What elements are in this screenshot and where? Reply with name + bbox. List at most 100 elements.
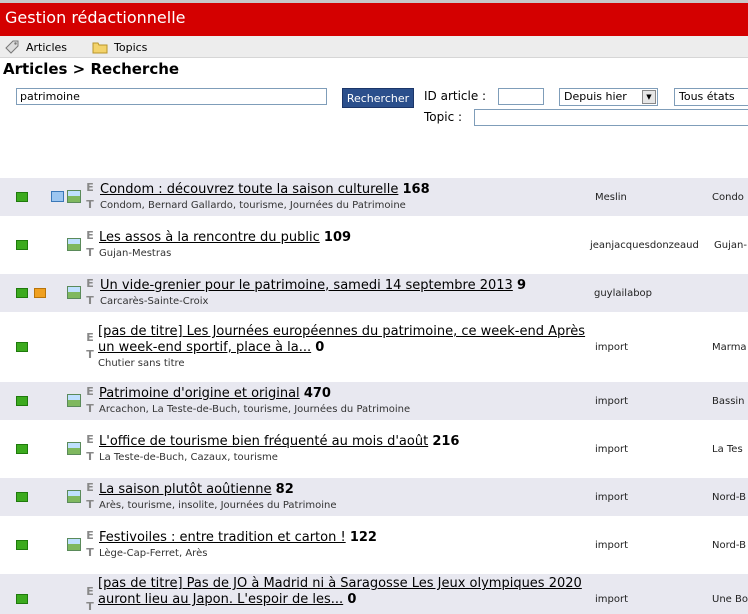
edition-marker-t: T <box>86 450 94 463</box>
tab-topics[interactable]: Topics <box>92 36 147 58</box>
breadcrumb: Articles > Recherche <box>3 60 180 78</box>
status-flag-orange-icon <box>34 288 46 298</box>
status-flag-green-icon <box>16 342 28 352</box>
tab-articles-label: Articles <box>26 40 68 54</box>
article-tags: Condom, Bernard Gallardo, tourisme, Jour… <box>100 200 406 211</box>
article-count: 168 <box>402 182 430 197</box>
result-row: E T [pas de titre] Pas de JO à Madrid ni… <box>0 574 748 614</box>
image-icon <box>67 238 81 251</box>
article-tags: Carcarès-Sainte-Croix <box>100 296 209 307</box>
article-tags: La Teste-de-Buch, Cazaux, tourisme <box>99 452 278 463</box>
article-count: 82 <box>275 482 294 497</box>
article-count: 216 <box>432 434 460 449</box>
article-location: Bassin <box>712 396 745 407</box>
article-author: import <box>595 492 629 503</box>
article-title-link-cont[interactable]: auront lieu au Japon. L'espoir de les... <box>98 592 343 607</box>
edition-marker-e: E <box>86 229 94 242</box>
result-row: E T Les assos à la rencontre du public 1… <box>0 226 748 264</box>
article-tags: Chutier sans titre <box>98 358 185 369</box>
article-location: Une Bo <box>712 594 748 605</box>
status-flag-green-icon <box>16 396 28 406</box>
article-count: 9 <box>516 278 527 293</box>
article-title-link[interactable]: Patrimoine d'origine et original <box>99 386 300 401</box>
article-location: Condo <box>712 192 744 203</box>
article-count: 122 <box>349 530 377 545</box>
result-row: E T Un vide-grenier pour le patrimoine, … <box>0 274 748 312</box>
image-icon <box>67 490 81 503</box>
edition-marker-e: E <box>86 277 94 290</box>
article-title-link[interactable]: [pas de titre] Pas de JO à Madrid ni à S… <box>98 576 582 591</box>
image-icon <box>67 442 81 455</box>
article-location: La Tes <box>712 444 743 455</box>
article-author: import <box>595 444 629 455</box>
tab-topics-label: Topics <box>114 40 148 54</box>
article-tags: Lège-Cap-Ferret, Arès <box>99 548 208 559</box>
result-row: E T La saison plutôt aoûtienne 82 Arès, … <box>0 478 748 516</box>
image-icon <box>67 394 81 407</box>
article-title-link[interactable]: Condom : découvrez toute la saison cultu… <box>100 182 398 197</box>
tab-bar: Articles Topics <box>0 36 748 58</box>
article-author: jeanjacquesdonzeaud <box>590 240 699 251</box>
status-flag-green-icon <box>16 540 28 550</box>
edition-marker-e: E <box>86 433 94 446</box>
edition-marker-e: E <box>86 331 94 344</box>
edition-marker-t: T <box>86 348 94 361</box>
edition-marker-t: T <box>86 546 94 559</box>
status-flag-green-icon <box>16 240 28 250</box>
status-flag-green-icon <box>16 444 28 454</box>
search-button[interactable]: Rechercher <box>342 88 414 108</box>
article-id-label: ID article : <box>424 89 487 103</box>
edition-marker-t: T <box>86 198 94 211</box>
result-row: E T Patrimoine d'origine et original 470… <box>0 382 748 420</box>
article-count: 0 <box>315 340 325 355</box>
image-icon <box>67 286 81 299</box>
date-filter-value: Depuis hier <box>564 90 627 103</box>
result-row: E T Festivoiles : entre tradition et car… <box>0 526 748 564</box>
monitor-icon <box>51 191 64 202</box>
edition-marker-t: T <box>86 246 94 259</box>
edition-marker-e: E <box>86 385 94 398</box>
article-author: import <box>595 540 629 551</box>
article-tags: Arcachon, La Teste-de-Buch, tourisme, Jo… <box>99 404 411 415</box>
article-location: Nord-B <box>712 492 746 503</box>
result-row: E T Condom : découvrez toute la saison c… <box>0 178 748 216</box>
tab-articles[interactable]: Articles <box>4 36 67 58</box>
article-id-input[interactable] <box>498 88 544 105</box>
image-icon <box>67 538 81 551</box>
search-input[interactable] <box>16 88 327 105</box>
article-title-link[interactable]: L'office de tourisme bien fréquenté au m… <box>99 434 428 449</box>
topic-input[interactable] <box>474 109 748 126</box>
topic-label: Topic : <box>424 110 463 124</box>
result-row: E T [pas de titre] Les Journées européen… <box>0 320 748 374</box>
article-author: import <box>595 594 629 605</box>
article-title-link[interactable]: Festivoiles : entre tradition et carton … <box>99 530 346 545</box>
edition-marker-e: E <box>86 585 94 598</box>
folder-icon <box>92 42 108 54</box>
edition-marker-t: T <box>86 498 94 511</box>
article-author: Meslin <box>595 192 627 203</box>
article-title-link[interactable]: La saison plutôt aoûtienne <box>99 482 272 497</box>
article-title-link[interactable]: [pas de titre] Les Journées européennes … <box>98 324 585 339</box>
status-flag-green-icon <box>16 288 28 298</box>
article-tags: Arès, tourisme, insolite, Journées du Pa… <box>99 500 337 511</box>
tag-icon <box>5 40 19 54</box>
article-author: import <box>595 342 629 353</box>
article-author: import <box>595 396 629 407</box>
article-title-link[interactable]: Les assos à la rencontre du public <box>99 230 320 245</box>
article-title-link-cont[interactable]: un week-end sportif, place à la... <box>98 340 311 355</box>
edition-marker-t: T <box>86 600 94 613</box>
result-row: E T L'office de tourisme bien fréquenté … <box>0 430 748 468</box>
edition-marker-e: E <box>86 481 94 494</box>
article-title-link[interactable]: Un vide-grenier pour le patrimoine, same… <box>100 278 513 293</box>
date-filter-select[interactable]: Depuis hier ▼ <box>559 88 658 106</box>
edition-marker-e: E <box>86 181 94 194</box>
state-filter-select[interactable]: Tous états <box>674 88 748 106</box>
app-title: Gestion rédactionnelle <box>5 8 186 27</box>
article-count: 0 <box>347 592 357 607</box>
status-flag-green-icon <box>16 594 28 604</box>
image-icon <box>67 190 81 203</box>
edition-marker-e: E <box>86 529 94 542</box>
article-tags: Gujan-Mestras <box>99 248 172 259</box>
edition-marker-t: T <box>86 402 94 415</box>
status-flag-green-icon <box>16 192 28 202</box>
